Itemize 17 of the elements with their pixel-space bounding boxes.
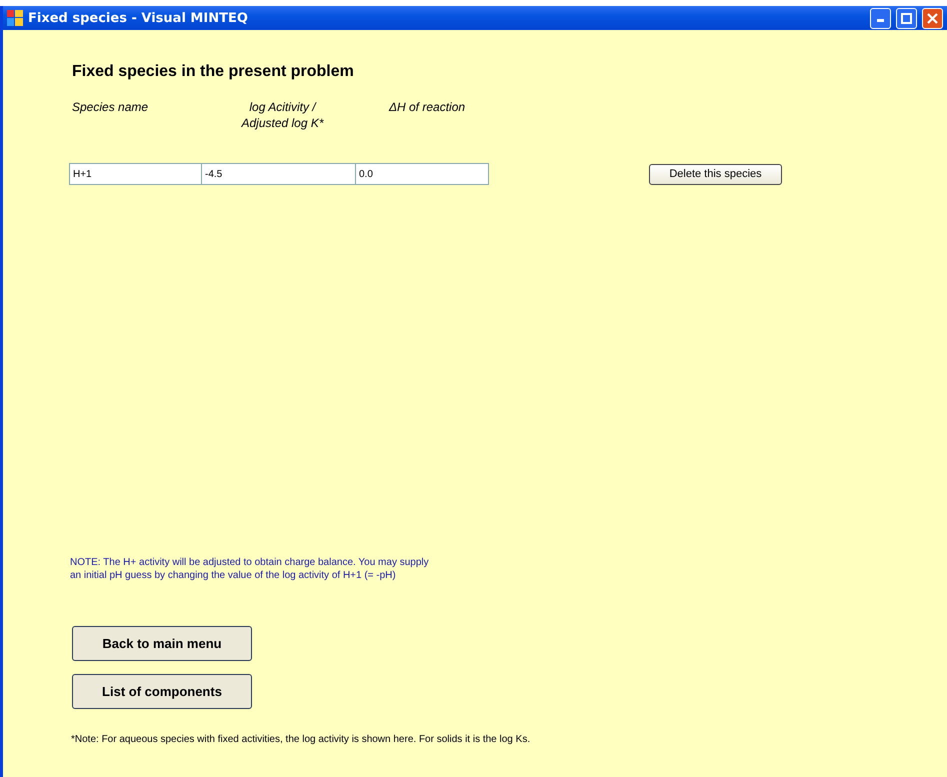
nav-button[interactable]: List of components [72,674,252,709]
nav-button[interactable]: Back to main menu [72,626,252,661]
maximize-icon[interactable] [896,8,917,28]
input-field[interactable]: 0.0 [355,163,489,185]
window-title: Fixed species - Visual MINTEQ [28,10,249,26]
app-icon [7,10,23,26]
section-heading: Fixed species in the present problem [72,63,355,81]
column-header: log Acitivity / Adjusted log K* [240,99,325,132]
delete-button[interactable]: Delete this species [649,164,782,184]
note-text: NOTE: The H+ activity will be adjusted to obtain charge balance. You may supply an initial pH guess by changing the value of the log activity of H+1 (= -pH) [70,556,430,582]
input-field[interactable]: -4.5 [201,163,356,185]
footnote-text: *Note: For aqueous species with fixed activities, the log activity is shown here. For solids it is the log Ks. [71,734,532,745]
column-header: ΔH of reaction [388,99,466,116]
input-field[interactable]: H+1 [69,163,202,185]
column-header: Species name [71,99,150,116]
minimize-icon[interactable] [870,8,891,28]
close-icon[interactable] [922,8,943,28]
